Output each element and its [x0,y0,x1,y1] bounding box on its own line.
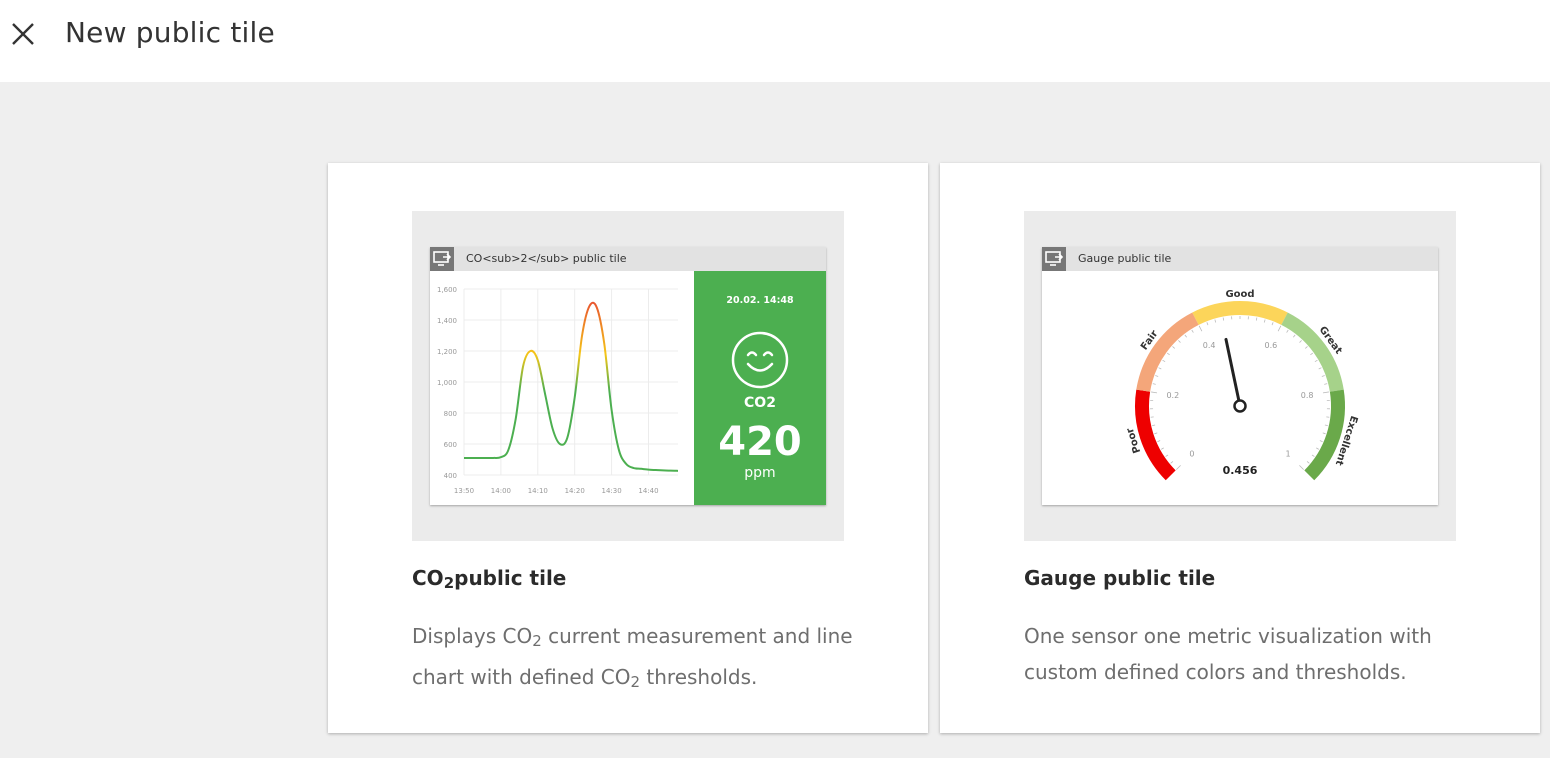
gauge-tick [1319,440,1323,443]
gauge-tick [1172,346,1176,349]
y-tick-label: 800 [444,410,457,418]
gauge-tick [1324,424,1328,427]
gauge-tick [1152,383,1156,385]
gauge-tick [1306,461,1310,464]
co2-tile-preview: CO<sub>2</sub> public tile 400 600 800 1,00… [412,211,844,541]
gauge-tile-mock: Gauge public tile Poor Fair Good Great Excel… [1042,247,1438,505]
monitor-share-icon [1042,247,1066,271]
y-tick-label: 1,000 [437,379,457,387]
gauge-tick [1154,432,1158,435]
gauge-tick [1176,465,1181,470]
gauge-tick [1324,383,1328,385]
gauge-tick [1311,454,1315,457]
x-tick-label: 14:20 [565,487,585,495]
metric-label: CO2 [744,395,776,411]
gauge-tick [1255,317,1258,321]
gauge-tick [1299,465,1304,470]
gauge-tick-label: 0.2 [1166,391,1179,400]
gauge-tick [1155,375,1159,377]
gauge-tick [1165,454,1169,457]
gauge-tick [1178,340,1181,343]
x-tick-label: 14:00 [491,487,511,495]
gauge-tick [1170,461,1174,464]
gauge-tick-label: 0.6 [1265,341,1278,350]
co2-line-chart: 400 600 800 1,000 1,200 1,400 1,600 13:50 14:00 1… [437,286,679,495]
monitor-share-icon [430,247,454,271]
card-title: Gauge public tile [1024,566,1216,590]
measurement-date: 20.02. 14:48 [726,295,794,306]
y-tick-label: 1,400 [437,317,457,325]
gauge-tick-label: 1 [1286,450,1291,459]
x-tick-label: 14:30 [601,487,621,495]
gauge-tick [1162,359,1166,363]
y-tick-label: 400 [444,472,457,480]
card-title: CO2public tile [412,566,567,592]
gauge-tick-label: 0 [1189,450,1194,459]
gauge-tick-label: 0.4 [1203,341,1216,350]
gauge-tick [1286,329,1289,333]
tile-header: Gauge public tile [1042,247,1438,271]
gauge-needle [1224,337,1242,408]
gauge-tick [1152,424,1156,427]
gauge-tick [1160,447,1164,450]
y-tick-label: 1,600 [437,286,457,294]
gauge-tick [1318,367,1322,370]
gauge-tile-card[interactable]: Gauge public tile Poor Fair Good Great Excel… [940,163,1540,733]
co2-value-panel: 20.02. 14:48 CO2 420 ppm [694,271,826,505]
gauge-tick-label: 0.8 [1301,391,1314,400]
page-title: New public tile [65,16,275,49]
gauge-tick [1206,322,1209,326]
tile-title: CO<sub>2</sub> public tile [466,252,627,265]
gauge-band-label: Good [1225,289,1254,300]
y-tick-label: 600 [444,441,457,449]
gauge-tick [1166,352,1170,356]
gauge-tick [1277,325,1282,332]
close-icon[interactable] [8,19,38,49]
gauge-tick [1299,340,1302,343]
gauge-tick [1310,352,1314,356]
co2-unit: ppm [744,465,776,481]
x-tick-label: 14:40 [638,487,658,495]
gauge-tick [1314,359,1318,363]
gauge-tick [1322,432,1326,435]
gauge-tick [1316,447,1320,450]
smiley-face-icon [731,331,789,389]
tile-header: CO<sub>2</sub> public tile [430,247,826,271]
gauge-chart: PoorFairGoodGreatExcellent00.20.4 0.60.81… [1125,289,1359,481]
gauge-tick [1157,440,1161,443]
gauge-tick [1158,367,1162,370]
gauge-tick [1191,329,1194,333]
x-tick-label: 13:50 [454,487,474,495]
card-description: Displays CO2 current measurement and lin… [412,624,853,691]
gauge-tick [1151,391,1158,394]
x-tick-label: 14:10 [528,487,548,495]
gauge-tick [1271,322,1274,326]
gauge-tick [1184,334,1187,338]
gauge-tick [1222,317,1225,321]
gauge-tile-preview: Gauge public tile Poor Fair Good Great Excel… [1024,211,1456,541]
gauge-tick [1304,346,1308,349]
dialog-header: New public tile [0,0,1550,82]
gauge-tick [1198,325,1203,332]
co2-tile-card[interactable]: CO<sub>2</sub> public tile 400 600 800 1,00… [328,163,928,733]
tile-title: Gauge public tile [1078,252,1172,265]
gauge-needle-pivot [1233,399,1247,413]
co2-series-line [463,301,679,472]
co2-value: 420 [718,419,802,465]
gauge-tick [1322,391,1329,394]
gauge-tick [1321,375,1325,377]
gauge-tick [1293,334,1296,338]
co2-tile-mock: CO<sub>2</sub> public tile 400 600 800 1,00… [430,247,826,505]
card-description: One sensor one metric visualization with… [1024,624,1432,684]
gauge-value-label: 0.456 [1223,464,1258,477]
gauge-tick [1214,319,1217,323]
gauge-tick [1263,319,1266,323]
y-tick-label: 1,200 [437,348,457,356]
